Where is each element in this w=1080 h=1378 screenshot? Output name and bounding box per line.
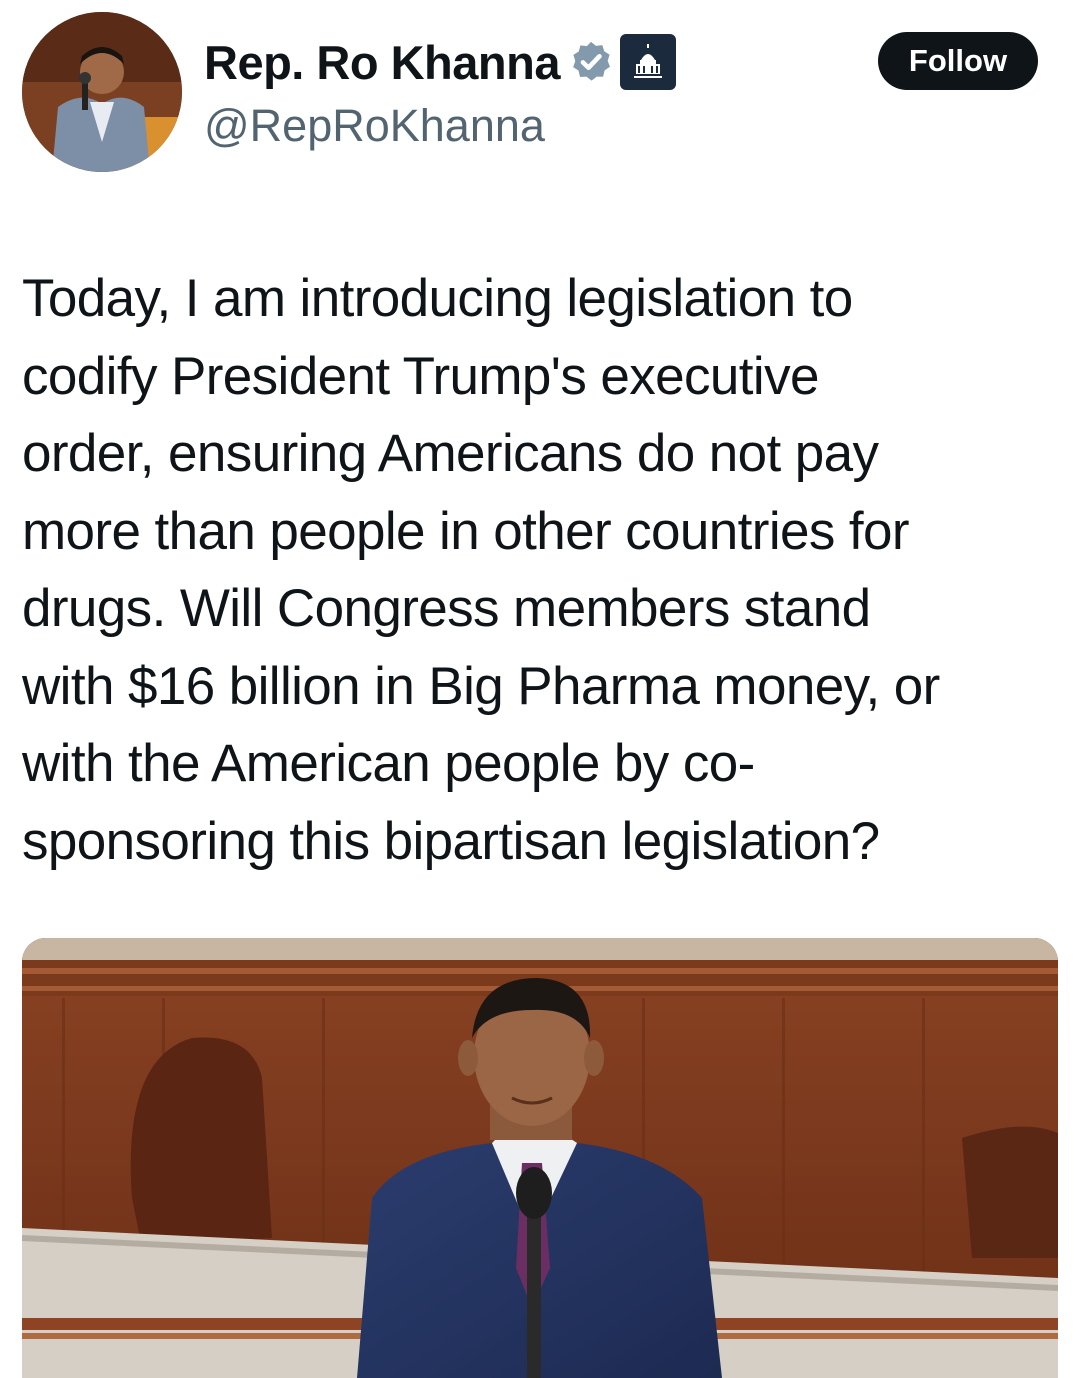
tweet-text-line: order, ensuring Americans do not pay <box>22 424 879 483</box>
author-display-name[interactable]: Rep. Ro Khanna <box>204 35 560 90</box>
tweet-text-line: sponsoring this bipartisan legislation? <box>22 811 880 871</box>
tweet-text-line: with the American people by co- <box>22 734 755 793</box>
tweet-media-image[interactable] <box>22 938 1058 1378</box>
capitol-building-icon[interactable] <box>619 34 676 90</box>
tweet-text-line: with $16 billion in Big Pharma money, or <box>22 656 940 716</box>
profile-avatar[interactable] <box>22 12 182 172</box>
tweet-text-line: more than people in other countries for <box>22 501 910 561</box>
tweet-text-line: Today, I am introducing legislation to <box>22 269 853 328</box>
house-floor-photo <box>22 938 1058 1378</box>
tweet-text-line: codify President Trump's executive <box>22 346 819 406</box>
tweet-text: Today, I am introducing legislation to c… <box>22 260 1062 880</box>
verified-badge-icon[interactable] <box>568 39 614 85</box>
follow-button[interactable]: Follow <box>878 32 1038 90</box>
tweet-text-line: drugs. Will Congress members stand <box>22 579 871 638</box>
avatar-photo <box>22 12 182 172</box>
author-handle[interactable]: @RepRoKhanna <box>204 100 545 152</box>
author-name-row: Rep. Ro Khanna <box>204 30 676 94</box>
